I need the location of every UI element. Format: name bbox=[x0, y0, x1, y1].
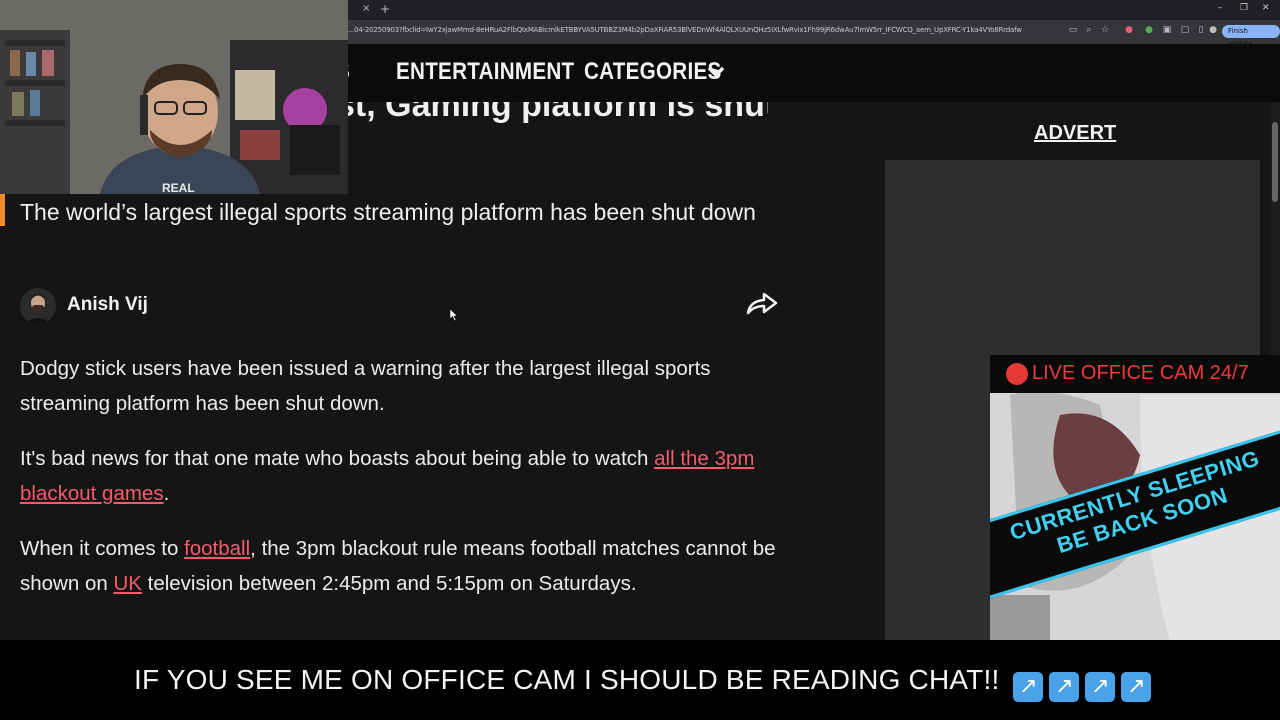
url-text[interactable]: ...04-20250903?fbclid=IwY2xjawMmd-8eHRuA… bbox=[348, 26, 1048, 34]
live-dot-icon bbox=[1006, 363, 1028, 385]
author-avatar[interactable] bbox=[20, 288, 56, 324]
standfirst-accent-bar bbox=[0, 194, 5, 226]
extensions-puzzle-icon[interactable]: ▣ bbox=[1162, 25, 1172, 35]
extension-icon[interactable]: ● bbox=[1124, 25, 1134, 35]
office-cam-title: LIVE OFFICE CAM 24/7 bbox=[1032, 362, 1249, 384]
tab-close-icon[interactable]: × bbox=[362, 3, 370, 14]
nav-item-entertainment[interactable]: ENTERTAINMENT bbox=[396, 58, 574, 86]
author-name[interactable]: Anish Vij bbox=[67, 294, 148, 316]
finish-update-button[interactable]: Finish update bbox=[1222, 25, 1280, 48]
chevron-down-icon[interactable] bbox=[706, 64, 726, 80]
up-right-arrow-icon: ↗ bbox=[1085, 672, 1116, 702]
paragraph-text: Dodgy stick users have been issued a war… bbox=[20, 357, 711, 415]
headline-clip: st, Gaming platform is shut bbox=[348, 102, 768, 124]
webcam-overlay: REAL bbox=[0, 0, 348, 194]
link-football[interactable]: football bbox=[184, 537, 250, 560]
paragraph-text: . bbox=[163, 482, 170, 505]
paragraph-text: television between 2:45pm and 5:15pm on … bbox=[141, 572, 637, 595]
side-panel-icon[interactable]: ▯ bbox=[1196, 25, 1206, 35]
bottom-caption: IF YOU SEE ME ON OFFICE CAM I SHOULD BE … bbox=[134, 664, 1152, 702]
office-cam-overlay: LIVE OFFICE CAM 24/7 CURRENTLY SLEEPING … bbox=[990, 355, 1280, 640]
bookmark-star-icon[interactable]: ☆ bbox=[1100, 25, 1110, 35]
share-icon[interactable] bbox=[744, 289, 780, 319]
zoom-icon[interactable]: ⌕ bbox=[1084, 25, 1094, 35]
maximize-icon[interactable]: ❐ bbox=[1240, 3, 1248, 13]
bottom-caption-text: IF YOU SEE ME ON OFFICE CAM I SHOULD BE … bbox=[134, 664, 1000, 695]
mouse-cursor-icon bbox=[450, 309, 458, 321]
link-uk[interactable]: UK bbox=[113, 572, 141, 595]
nav-item-categories[interactable]: CATEGORIES bbox=[584, 58, 722, 86]
paragraph-text: When it comes to bbox=[20, 537, 185, 560]
profile-icon[interactable]: ● bbox=[1208, 25, 1218, 35]
extension-icon[interactable]: ● bbox=[1144, 25, 1154, 35]
minimize-icon[interactable]: – bbox=[1218, 3, 1223, 13]
up-right-arrow-icon: ↗ bbox=[1013, 672, 1044, 702]
install-app-icon[interactable]: ▭ bbox=[1068, 25, 1078, 35]
scrollbar-thumb[interactable] bbox=[1272, 122, 1278, 202]
up-right-arrow-icon: ↗ bbox=[1049, 672, 1080, 702]
office-cam-title-bar: LIVE OFFICE CAM 24/7 bbox=[990, 355, 1280, 393]
new-tab-button[interactable]: + bbox=[380, 2, 390, 16]
article-paragraph: When it comes to football, the 3pm black… bbox=[20, 531, 790, 601]
downloads-icon[interactable]: ▢ bbox=[1180, 25, 1190, 35]
close-window-icon[interactable]: ✕ bbox=[1262, 3, 1270, 13]
up-right-arrow-icon: ↗ bbox=[1121, 672, 1152, 702]
webcam-feed-image: REAL bbox=[0, 0, 348, 194]
article-paragraph: Dodgy stick users have been issued a war… bbox=[20, 351, 790, 421]
webcam-shirt-text: REAL bbox=[162, 181, 195, 194]
article-paragraph: It's bad news for that one mate who boas… bbox=[20, 441, 790, 511]
advert-label: ADVERT bbox=[1034, 122, 1117, 144]
paragraph-text: It's bad news for that one mate who boas… bbox=[20, 447, 655, 470]
article-headline-fragment: st, Gaming platform is shut bbox=[348, 102, 768, 124]
article-standfirst: The world’s largest illegal sports strea… bbox=[20, 199, 756, 225]
